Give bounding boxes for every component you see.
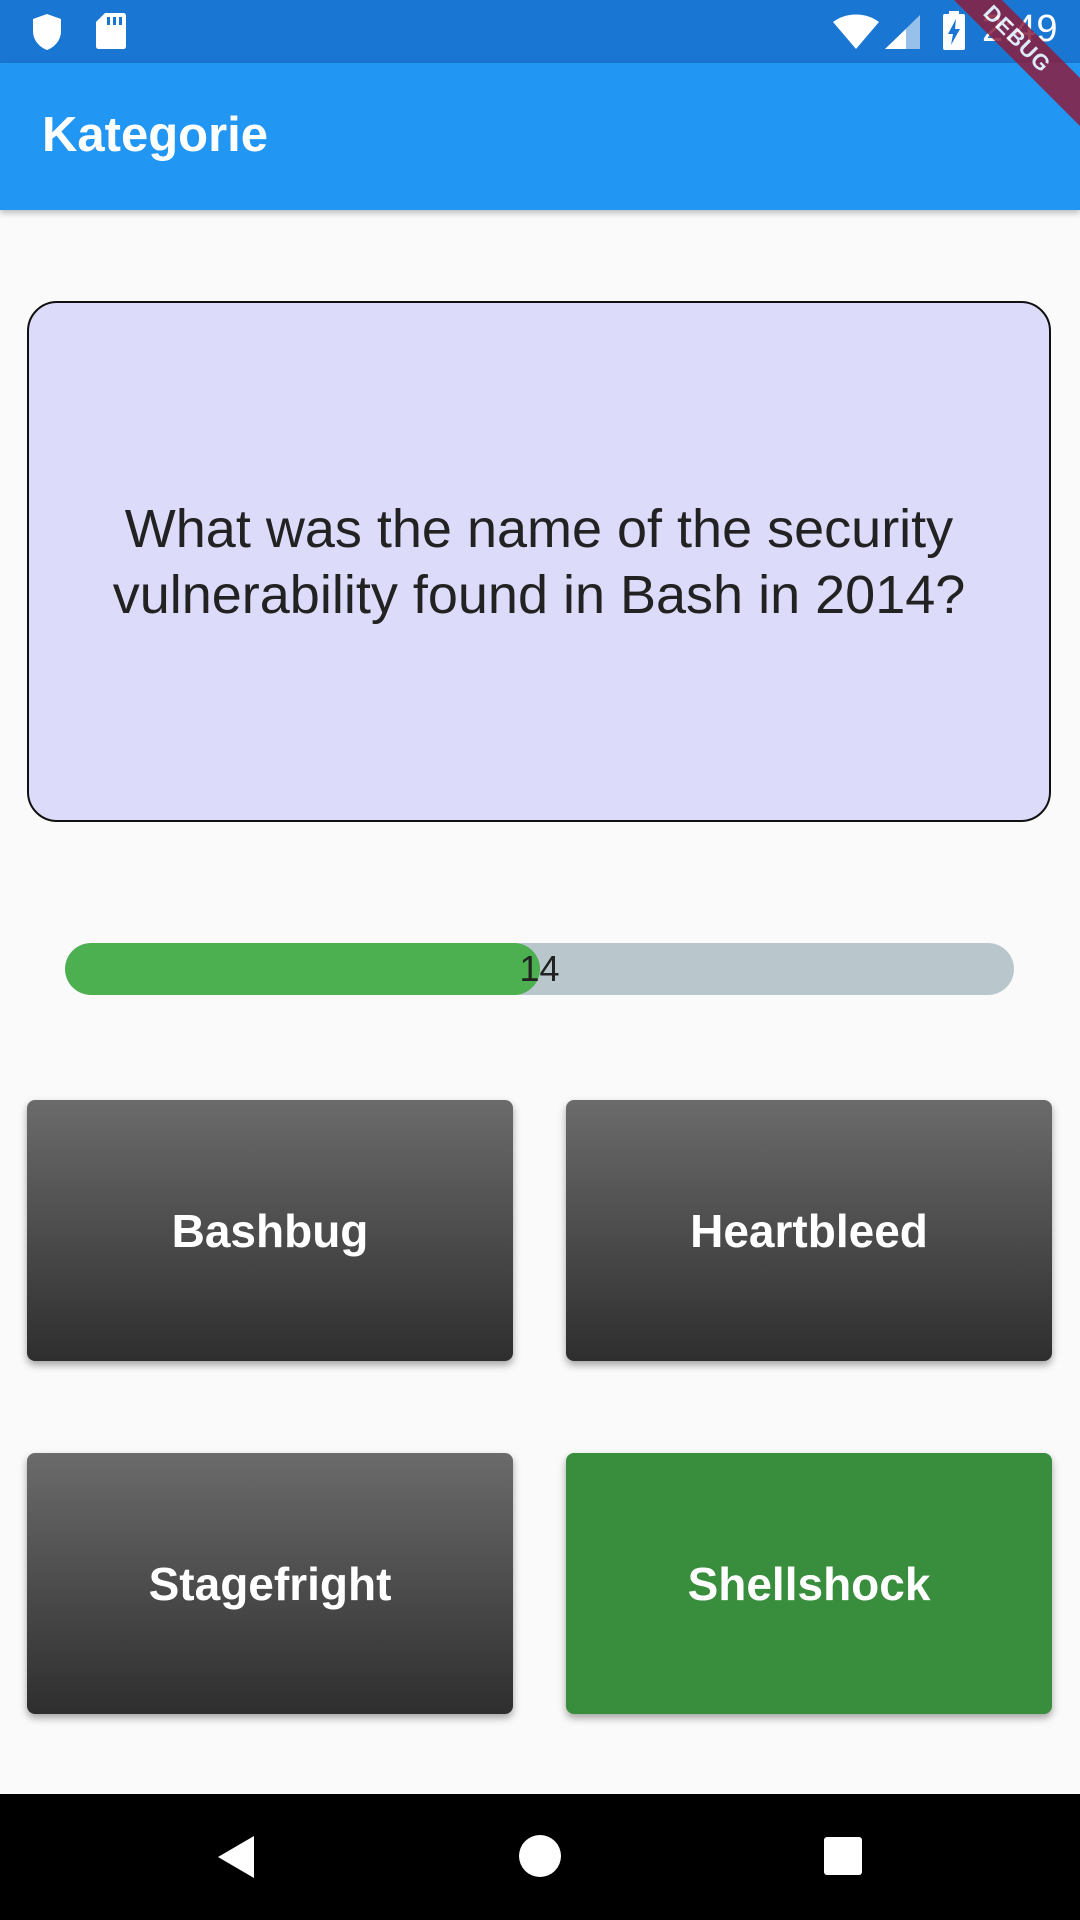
answer-button-heartbleed[interactable]: Heartbleed — [566, 1100, 1052, 1361]
answer-label: Bashbug — [171, 1204, 369, 1257]
timer-progress-bar: 14 — [65, 943, 1014, 995]
wifi-icon — [833, 14, 879, 49]
app-bar: Kategorie — [0, 63, 1080, 210]
recents-icon[interactable] — [823, 1836, 863, 1876]
page-title: Kategorie — [42, 108, 269, 162]
navigation-bar — [0, 1794, 1080, 1920]
question-text: What was the name of the security vulner… — [112, 498, 966, 625]
signal-icon — [885, 15, 920, 49]
answer-label: Stagefright — [148, 1557, 392, 1610]
answer-label: Shellshock — [687, 1557, 931, 1610]
sd-card-icon — [96, 13, 126, 49]
home-icon[interactable] — [518, 1834, 562, 1878]
shield-icon — [33, 14, 61, 50]
answer-button-bashbug[interactable]: Bashbug — [27, 1100, 513, 1361]
answer-button-shellshock[interactable]: Shellshock — [566, 1453, 1052, 1714]
answer-label: Heartbleed — [690, 1204, 928, 1257]
status-bar: 2:49 — [0, 0, 1080, 63]
answer-button-stagefright[interactable]: Stagefright — [27, 1453, 513, 1714]
timer-value: 14 — [519, 948, 560, 989]
battery-charging-icon — [943, 11, 965, 50]
back-icon[interactable] — [216, 1834, 256, 1880]
question-card: What was the name of the security vulner… — [27, 301, 1051, 822]
